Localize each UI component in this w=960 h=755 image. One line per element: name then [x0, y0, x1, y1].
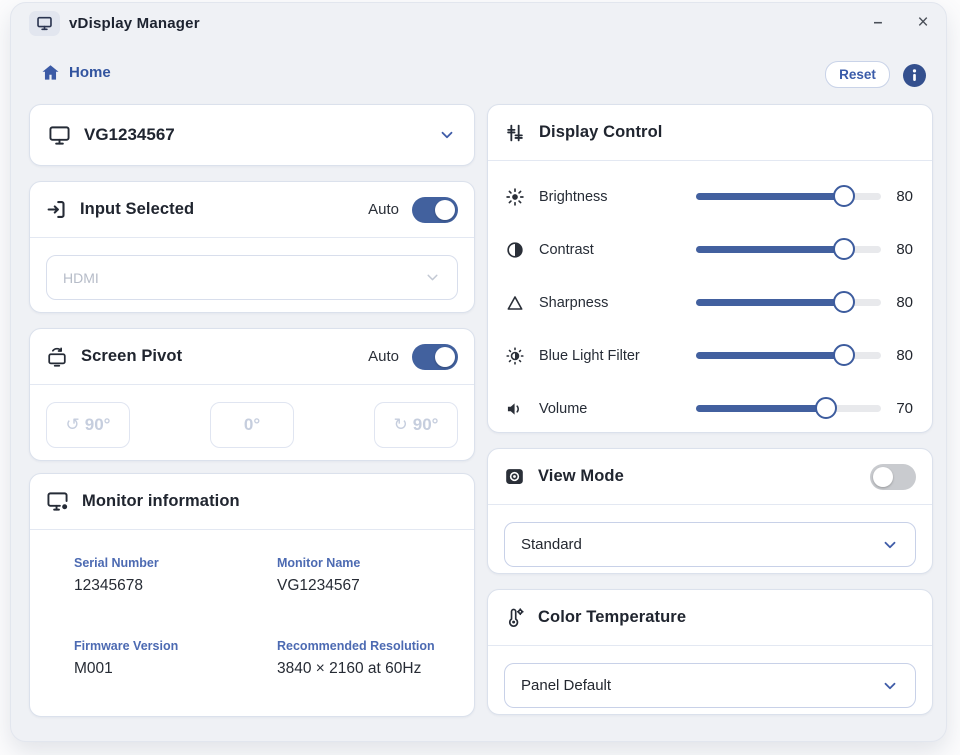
screen-pivot-card: Screen Pivot Auto ↺ 90° 0° ↻ 90° [29, 328, 475, 461]
sharpness-slider-row: Sharpness 80 [504, 276, 916, 329]
pivot-cw-90-button[interactable]: ↻ 90° [374, 402, 458, 448]
close-button[interactable]: × [911, 11, 935, 35]
slider-handle[interactable] [833, 291, 855, 313]
sharpness-icon [504, 293, 526, 313]
rotate-ccw-icon: ↺ [66, 415, 80, 435]
blue-light-filter-slider-row: Blue Light Filter 80 [504, 329, 916, 382]
slider-handle[interactable] [815, 397, 837, 419]
info-field-firmware-version: Firmware Version M001 [74, 639, 277, 678]
info-icon [903, 64, 926, 87]
monitor-icon [48, 125, 71, 146]
volume-slider-row: Volume 70 [504, 382, 916, 435]
chevron-down-icon [881, 677, 899, 695]
screen: vDisplay Manager – × Home Reset [0, 0, 960, 755]
home-icon [41, 63, 60, 82]
minimize-button[interactable]: – [866, 11, 890, 35]
color-temperature-icon [504, 607, 525, 628]
auto-label: Auto [368, 348, 399, 365]
app-logo-monitor-icon [29, 11, 60, 36]
input-selected-title: Input Selected [80, 200, 194, 219]
reset-button[interactable]: Reset [825, 61, 890, 88]
brightness-icon [504, 187, 526, 207]
slider-handle[interactable] [833, 185, 855, 207]
contrast-slider-row: Contrast 80 [504, 223, 916, 276]
contrast-slider[interactable] [696, 246, 881, 253]
view-mode-select[interactable]: Standard [504, 522, 916, 567]
monitor-information-title: Monitor information [82, 492, 240, 511]
screen-pivot-icon [46, 346, 68, 368]
window-title: vDisplay Manager [69, 15, 200, 32]
screen-pivot-title: Screen Pivot [81, 347, 182, 366]
display-control-card: Display Control Brightness 80 [487, 104, 933, 433]
color-temperature-title: Color Temperature [538, 608, 686, 627]
chevron-down-icon [438, 126, 456, 144]
auto-label: Auto [368, 201, 399, 218]
view-mode-icon [504, 466, 525, 487]
device-name: VG1234567 [84, 125, 175, 145]
input-selected-card: Input Selected Auto HDMI [29, 181, 475, 313]
color-temperature-select[interactable]: Panel Default [504, 663, 916, 708]
info-button[interactable] [903, 64, 926, 87]
volume-icon [504, 399, 526, 419]
chevron-down-icon [424, 269, 441, 286]
sharpness-slider[interactable] [696, 299, 881, 306]
view-mode-title: View Mode [538, 467, 624, 486]
blue-light-filter-slider[interactable] [696, 352, 881, 359]
chevron-down-icon [881, 536, 899, 554]
pivot-auto-toggle[interactable] [412, 344, 458, 370]
monitor-info-icon [46, 491, 69, 512]
breadcrumb-home[interactable]: Home [41, 63, 111, 82]
view-mode-card: View Mode Standard [487, 448, 933, 574]
display-control-title: Display Control [539, 123, 662, 142]
home-label: Home [69, 64, 111, 81]
brightness-slider-row: Brightness 80 [504, 170, 916, 223]
slider-handle[interactable] [833, 238, 855, 260]
view-mode-toggle[interactable] [870, 464, 916, 490]
color-temperature-card: Color Temperature Panel Default [487, 589, 933, 715]
rotate-cw-icon: ↻ [394, 415, 408, 435]
slider-handle[interactable] [833, 344, 855, 366]
display-control-icon [504, 122, 526, 144]
app-window: vDisplay Manager – × Home Reset [10, 2, 947, 742]
input-auto-toggle[interactable] [412, 197, 458, 223]
input-source-select[interactable]: HDMI [46, 255, 458, 300]
info-field-recommended-resolution: Recommended Resolution 3840 × 2160 at 60… [277, 639, 464, 678]
blue-light-filter-icon [504, 346, 526, 366]
pivot-ccw-90-button[interactable]: ↺ 90° [46, 402, 130, 448]
monitor-information-card: Monitor information Serial Number 123456… [29, 473, 475, 717]
info-field-serial-number: Serial Number 12345678 [74, 556, 277, 595]
info-field-monitor-name: Monitor Name VG1234567 [277, 556, 464, 595]
pivot-0-button[interactable]: 0° [210, 402, 294, 448]
input-source-icon [46, 199, 67, 220]
brightness-slider[interactable] [696, 193, 881, 200]
volume-slider[interactable] [696, 405, 881, 412]
device-selector-dropdown[interactable]: VG1234567 [29, 104, 475, 166]
contrast-icon [504, 240, 526, 260]
